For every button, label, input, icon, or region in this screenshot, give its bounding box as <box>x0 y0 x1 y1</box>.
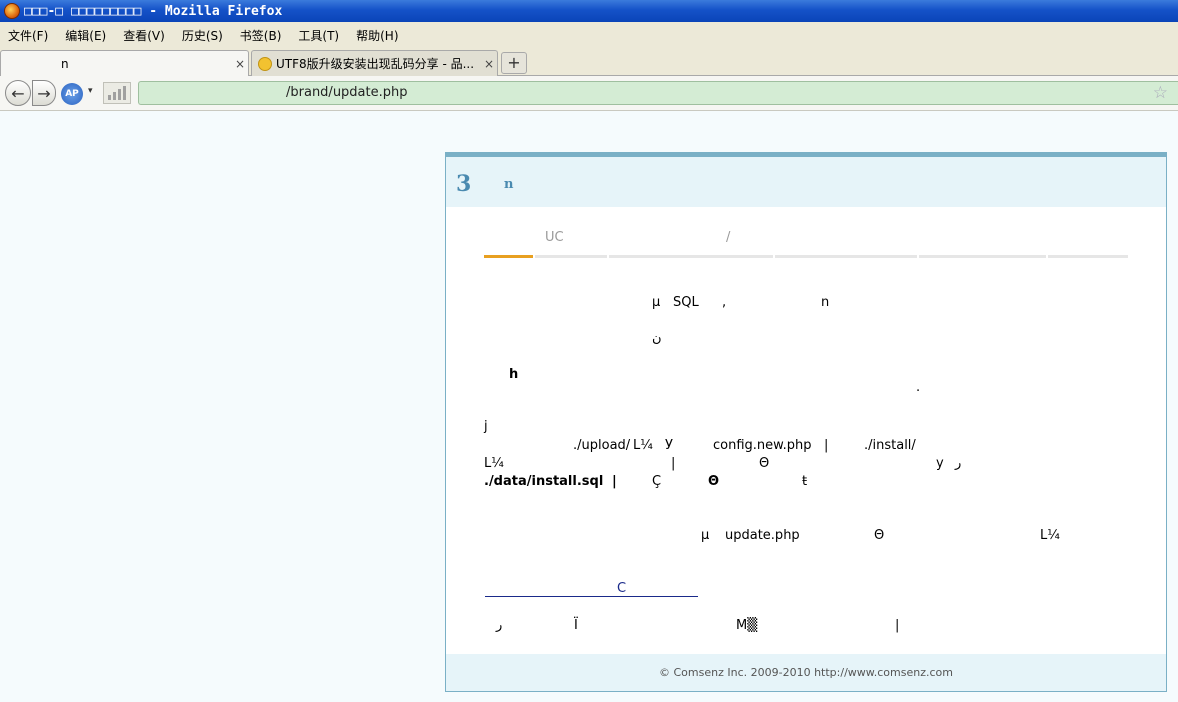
close-icon[interactable]: × <box>481 57 497 71</box>
text-fragment: config.new.php <box>713 438 812 453</box>
menu-help[interactable]: 帮助(H) <box>356 27 398 44</box>
step-item: UC <box>535 230 607 258</box>
arrow-left-icon: ← <box>11 83 25 103</box>
page-content: 3 n UC / µ SQL , n ﻥ h · j ./upload/ L¼ … <box>0 111 1178 702</box>
new-tab-button[interactable]: + <box>501 52 527 74</box>
window-titlebar: □□□-□ □□□□□□□□□ - Mozilla Firefox <box>0 0 1178 22</box>
text-fragment: L¼ <box>484 456 504 471</box>
menu-file[interactable]: 文件(F) <box>8 27 48 44</box>
text-fragment: µ <box>652 295 661 310</box>
text-fragment: ./install/ <box>864 438 916 453</box>
step-item <box>919 230 1046 258</box>
window-title: □□□-□ □□□□□□□□□ - Mozilla Firefox <box>24 3 283 19</box>
text-fragment: ŧ <box>802 474 808 489</box>
arrow-right-icon: → <box>37 83 51 103</box>
install-panel: 3 n UC / µ SQL , n ﻥ h · j ./upload/ L¼ … <box>445 152 1167 692</box>
step-item: / <box>609 230 773 258</box>
tab-active[interactable]: n × <box>0 50 249 77</box>
step-item <box>775 230 917 258</box>
url-text: /brand/update.php <box>286 85 408 100</box>
step-progress: UC / <box>484 228 1129 258</box>
favicon-icon <box>258 56 272 71</box>
text-fragment: n <box>821 295 830 310</box>
text-fragment: | <box>824 438 829 453</box>
text-fragment: update.php <box>725 528 800 543</box>
text-fragment: ر <box>496 618 503 633</box>
text-fragment: | <box>671 456 676 471</box>
text-fragment: j <box>484 419 488 434</box>
navigation-bar: ← → AP ▾ /brand/update.php ☆ <box>0 76 1178 111</box>
text-fragment: ﻥ <box>652 331 662 346</box>
menu-view[interactable]: 查看(V) <box>123 27 165 44</box>
firefox-icon <box>4 3 20 19</box>
signal-icon[interactable] <box>103 82 131 104</box>
back-button[interactable]: ← <box>5 80 31 106</box>
menu-bar: 文件(F) 编辑(E) 查看(V) 历史(S) 书签(B) 工具(T) 帮助(H… <box>0 22 1178 48</box>
text-fragment: µ <box>701 528 710 543</box>
menu-history[interactable]: 历史(S) <box>182 27 223 44</box>
text-fragment: h <box>509 367 519 382</box>
forward-button[interactable]: → <box>32 80 56 106</box>
text-fragment: M▒ <box>736 618 758 633</box>
text-fragment: Ï <box>574 618 578 633</box>
panel-footer: © Comsenz Inc. 2009-2010 http://www.coms… <box>446 654 1166 691</box>
text-fragment: L¼ <box>633 438 653 453</box>
star-icon[interactable]: ☆ <box>1153 83 1168 103</box>
url-bar[interactable]: /brand/update.php ☆ <box>138 81 1178 105</box>
text-fragment: у <box>936 456 944 471</box>
chevron-down-icon[interactable]: ▾ <box>88 86 93 96</box>
text-fragment: Θ <box>874 528 885 543</box>
text-fragment: | <box>895 618 900 633</box>
close-icon[interactable]: × <box>232 57 248 71</box>
link-text[interactable]: C <box>617 581 626 596</box>
step-item <box>1048 230 1128 258</box>
text-fragment: · <box>916 384 921 399</box>
text-fragment: Θ <box>759 456 770 471</box>
text-fragment: L¼ <box>1040 528 1060 543</box>
step-number: 3 <box>456 171 472 197</box>
addon-button[interactable]: AP <box>61 83 83 105</box>
tab-bar: n × UTF8版升级安装出现乱码分享 - 品... × + <box>0 48 1178 77</box>
text-fragment: Θ <box>708 474 720 489</box>
text-fragment: У <box>665 438 673 453</box>
panel-header: 3 n <box>446 157 1166 207</box>
step-title: n <box>504 177 514 192</box>
text-fragment: Ç <box>652 474 662 489</box>
menu-tools[interactable]: 工具(T) <box>298 27 339 44</box>
text-fragment: SQL <box>673 295 699 310</box>
tab-title: n <box>61 57 69 71</box>
tab-title: UTF8版升级安装出现乱码分享 - 品... <box>276 57 475 71</box>
menu-edit[interactable]: 编辑(E) <box>65 27 106 44</box>
text-fragment: | <box>612 474 617 489</box>
tab-inactive[interactable]: UTF8版升级安装出现乱码分享 - 品... × <box>251 50 498 76</box>
text-fragment: ./upload/ <box>573 438 631 453</box>
step-item-current <box>484 230 533 258</box>
text-fragment: ر <box>955 456 962 471</box>
text-fragment: ./data/install.sql <box>484 474 604 489</box>
menu-bookmarks[interactable]: 书签(B) <box>240 27 282 44</box>
link-underline[interactable] <box>485 596 698 597</box>
text-fragment: , <box>722 295 727 310</box>
